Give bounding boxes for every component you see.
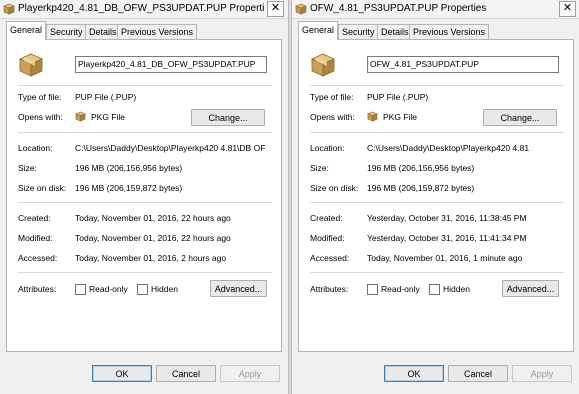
separator	[310, 85, 564, 86]
type-label: Type of file:	[310, 92, 354, 102]
file-name-input[interactable]: Playerkp420_4.81_DB_OFW_PS3UPDAT.PUP	[75, 56, 267, 73]
hidden-checkbox[interactable]	[429, 284, 440, 295]
accessed-label: Accessed:	[18, 253, 58, 263]
tab-security[interactable]: Security	[338, 24, 379, 40]
location-label: Location:	[310, 143, 345, 153]
cancel-button[interactable]: Cancel	[156, 365, 216, 382]
package-icon	[311, 53, 335, 77]
created-label: Created:	[310, 213, 343, 223]
separator	[310, 272, 564, 273]
size-value: 196 MB (206,156,956 bytes)	[75, 163, 183, 173]
size-on-disk-value: 196 MB (206,159,872 bytes)	[367, 183, 475, 193]
size-on-disk-label: Size on disk:	[18, 183, 67, 193]
ok-button[interactable]: OK	[384, 365, 444, 382]
location-label: Location:	[18, 143, 53, 153]
tab-details[interactable]: Details	[377, 24, 413, 40]
modified-label: Modified:	[310, 233, 345, 243]
type-value: PUP File (.PUP)	[367, 92, 429, 102]
close-icon[interactable]: ✕	[559, 1, 576, 17]
package-icon	[19, 53, 43, 77]
size-label: Size:	[18, 163, 37, 173]
package-icon	[75, 111, 86, 122]
advanced-button[interactable]: Advanced...	[210, 280, 267, 297]
apply-button[interactable]: Apply	[512, 365, 572, 382]
tab-previous-versions[interactable]: Previous Versions	[117, 24, 198, 40]
type-value: PUP File (.PUP)	[75, 92, 137, 102]
created-value: Yesterday, October 31, 2016, 11:38:45 PM	[367, 213, 527, 223]
separator	[310, 202, 564, 203]
created-value: Today, November 01, 2016, 22 hours ago	[75, 213, 231, 223]
size-value: 196 MB (206,156,956 bytes)	[367, 163, 475, 173]
created-label: Created:	[18, 213, 51, 223]
opens-with-label: Opens with:	[18, 112, 63, 122]
tab-general[interactable]: General	[6, 21, 47, 40]
tab-security[interactable]: Security	[46, 24, 87, 40]
modified-label: Modified:	[18, 233, 53, 243]
hidden-checkbox[interactable]	[137, 284, 148, 295]
close-icon[interactable]: ✕	[267, 1, 284, 17]
location-value: C:\Users\Daddy\Desktop\Playerkp420 4.81	[367, 143, 530, 153]
tab-previous-versions[interactable]: Previous Versions	[409, 24, 490, 40]
package-icon	[3, 3, 15, 15]
change-button[interactable]: Change...	[483, 109, 557, 126]
opens-with-value: PKG File	[383, 112, 418, 122]
size-label: Size:	[310, 163, 329, 173]
package-icon	[295, 3, 307, 15]
general-panel: OFW_4.81_PS3UPDAT.PUP Type of file: PUP …	[298, 39, 574, 352]
general-panel: Playerkp420_4.81_DB_OFW_PS3UPDAT.PUP Typ…	[6, 39, 282, 352]
size-on-disk-value: 196 MB (206,159,872 bytes)	[75, 183, 183, 193]
attributes-label: Attributes:	[18, 284, 57, 294]
change-button[interactable]: Change...	[191, 109, 265, 126]
readonly-label: Read-only	[381, 284, 420, 294]
size-on-disk-label: Size on disk:	[310, 183, 359, 193]
accessed-value: Today, November 01, 2016, 1 minute ago	[367, 253, 523, 263]
accessed-value: Today, November 01, 2016, 2 hours ago	[75, 253, 227, 263]
tab-details[interactable]: Details	[85, 24, 121, 40]
cancel-button[interactable]: Cancel	[448, 365, 508, 382]
modified-value: Yesterday, October 31, 2016, 11:41:34 PM	[367, 233, 527, 243]
title-bar[interactable]: OFW_4.81_PS3UPDAT.PUP Properties ✕	[292, 0, 579, 19]
window-title: Playerkp420_4.81_DB_OFW_PS3UPDAT.PUP Pro…	[18, 3, 264, 14]
properties-dialog-left: Playerkp420_4.81_DB_OFW_PS3UPDAT.PUP Pro…	[0, 0, 289, 394]
readonly-checkbox[interactable]	[367, 284, 378, 295]
separator	[18, 202, 272, 203]
hidden-label: Hidden	[443, 284, 470, 294]
attributes-label: Attributes:	[310, 284, 349, 294]
apply-button[interactable]: Apply	[220, 365, 280, 382]
separator	[18, 272, 272, 273]
readonly-checkbox[interactable]	[75, 284, 86, 295]
separator	[18, 85, 272, 86]
type-label: Type of file:	[18, 92, 62, 102]
tab-general[interactable]: General	[298, 21, 339, 40]
file-name-input[interactable]: OFW_4.81_PS3UPDAT.PUP	[367, 56, 559, 73]
separator	[18, 132, 272, 133]
advanced-button[interactable]: Advanced...	[502, 280, 559, 297]
opens-with-label: Opens with:	[310, 112, 355, 122]
separator	[310, 132, 564, 133]
ok-button[interactable]: OK	[92, 365, 152, 382]
modified-value: Today, November 01, 2016, 22 hours ago	[75, 233, 231, 243]
opens-with-value: PKG File	[91, 112, 126, 122]
readonly-label: Read-only	[89, 284, 128, 294]
package-icon	[367, 111, 378, 122]
title-bar[interactable]: Playerkp420_4.81_DB_OFW_PS3UPDAT.PUP Pro…	[0, 0, 288, 19]
window-title: OFW_4.81_PS3UPDAT.PUP Properties	[310, 3, 487, 14]
properties-dialog-right: OFW_4.81_PS3UPDAT.PUP Properties ✕ Gener…	[291, 0, 579, 394]
location-value: C:\Users\Daddy\Desktop\Playerkp420 4.81\…	[75, 143, 266, 153]
accessed-label: Accessed:	[310, 253, 350, 263]
hidden-label: Hidden	[151, 284, 178, 294]
